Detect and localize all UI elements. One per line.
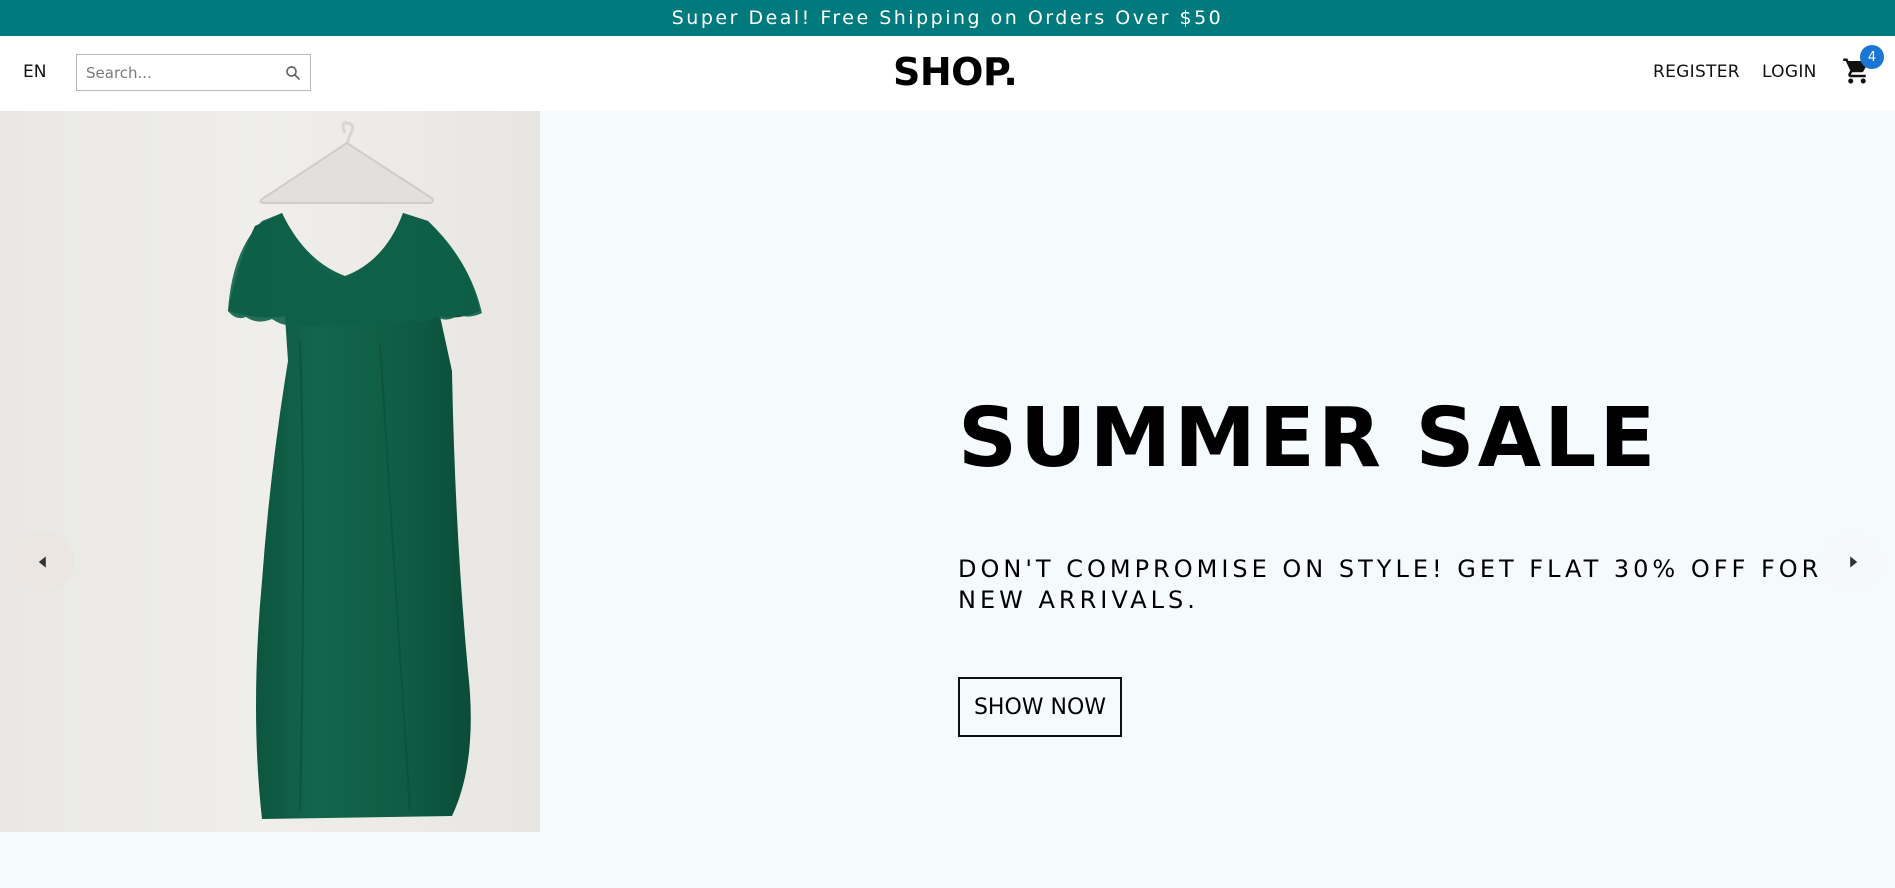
- language-selector[interactable]: EN: [23, 62, 46, 82]
- hero-description: DON'T COMPROMISE ON STYLE! GET FLAT 30% …: [958, 555, 1823, 614]
- cart-count-badge: 4: [1860, 45, 1884, 69]
- hero-product-image: [0, 111, 540, 832]
- slider-prev-button[interactable]: [12, 531, 74, 593]
- arrow-right-icon: [1850, 556, 1858, 568]
- announcement-bar: Super Deal! Free Shipping on Orders Over…: [0, 0, 1895, 36]
- register-link[interactable]: REGISTER: [1653, 62, 1740, 82]
- search-container: [76, 54, 311, 91]
- hero-slider: SUMMER SALE DON'T COMPROMISE ON STYLE! G…: [0, 111, 1895, 832]
- logo[interactable]: SHOP.: [893, 50, 1018, 94]
- hero-title: SUMMER SALE: [958, 391, 1659, 486]
- announcement-text: Super Deal! Free Shipping on Orders Over…: [671, 7, 1224, 29]
- arrow-left-icon: [38, 556, 46, 568]
- navbar: EN SHOP. REGISTER LOGIN 4: [0, 36, 1895, 111]
- login-link[interactable]: LOGIN: [1762, 62, 1817, 82]
- show-now-button[interactable]: SHOW NOW: [958, 677, 1122, 737]
- search-icon[interactable]: [284, 64, 302, 82]
- slider-next-button[interactable]: [1822, 531, 1884, 593]
- search-input[interactable]: [77, 55, 277, 90]
